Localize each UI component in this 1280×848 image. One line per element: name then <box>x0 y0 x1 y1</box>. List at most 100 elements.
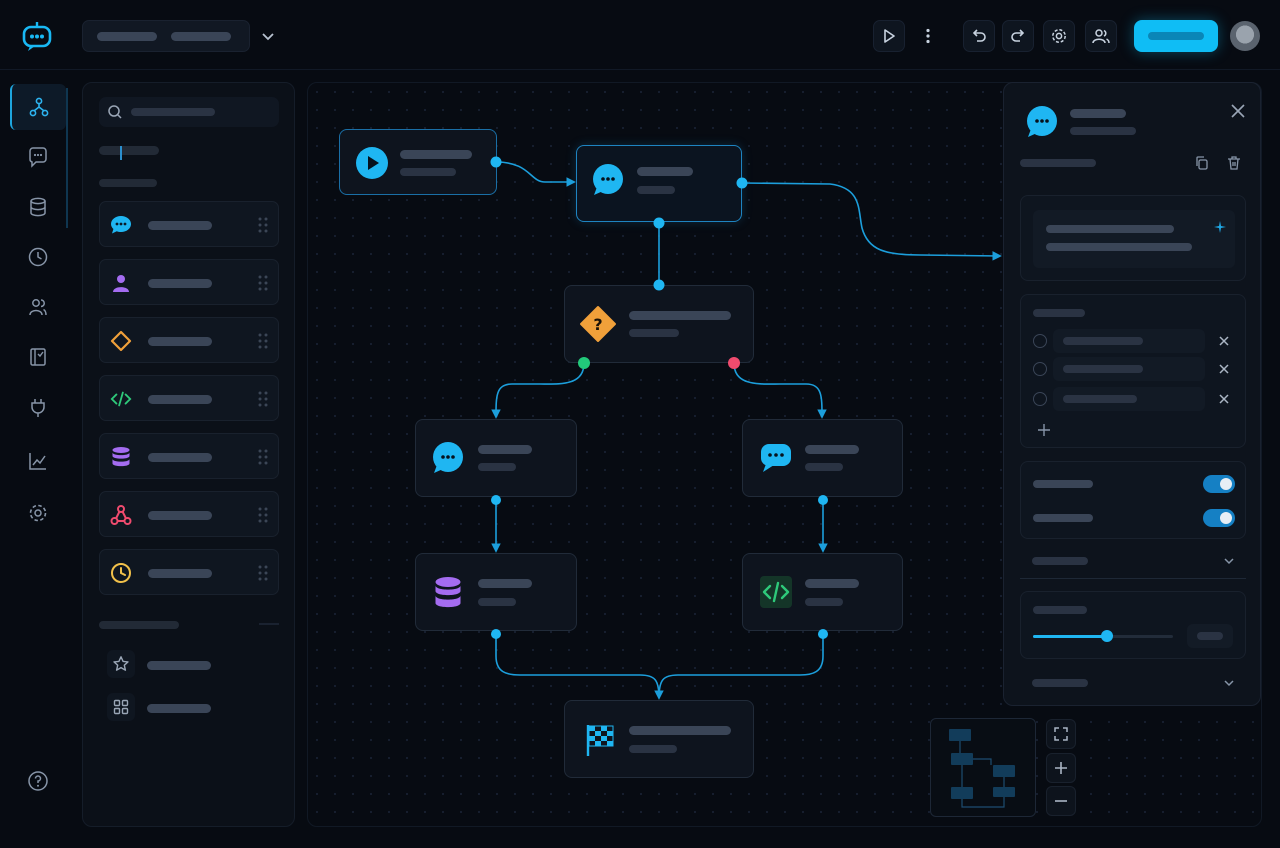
option-input[interactable] <box>1053 357 1205 381</box>
add-option-icon[interactable] <box>1037 423 1051 437</box>
rail-item-analytics[interactable] <box>10 438 66 484</box>
palette-item-user-input[interactable] <box>99 259 279 305</box>
close-icon[interactable] <box>1230 103 1246 119</box>
node-reply-left[interactable] <box>415 419 577 497</box>
panel-title <box>1070 109 1126 118</box>
collaborators-button[interactable] <box>1085 20 1117 52</box>
search-input[interactable] <box>99 97 279 127</box>
palette-item-label <box>148 337 212 346</box>
slider-track[interactable] <box>1033 630 1173 642</box>
palette-item-code[interactable] <box>99 375 279 421</box>
rail-item-settings[interactable] <box>10 490 66 536</box>
chevron-down-icon[interactable] <box>258 26 278 46</box>
plus-icon <box>1055 762 1067 774</box>
trash-icon[interactable] <box>1226 155 1242 171</box>
remove-option-icon[interactable] <box>1217 334 1231 348</box>
message-section <box>1020 195 1246 281</box>
slider-value <box>1197 632 1223 640</box>
node-database[interactable] <box>415 553 577 631</box>
minimap[interactable] <box>930 718 1036 817</box>
node-message[interactable] <box>576 145 742 222</box>
advanced-collapse-row[interactable] <box>1020 549 1246 577</box>
quick-replies-section <box>1020 294 1246 448</box>
drag-handle-icon[interactable] <box>258 507 268 523</box>
palette-item-label <box>148 569 212 578</box>
palette-item-webhook[interactable] <box>99 491 279 537</box>
ai-sparkle-icon[interactable] <box>1213 220 1227 234</box>
diamond-icon <box>110 330 132 352</box>
fit-view-button[interactable] <box>1046 719 1076 749</box>
node-reply-right[interactable] <box>742 419 903 497</box>
search-placeholder <box>131 108 215 116</box>
publish-button[interactable] <box>1134 20 1218 52</box>
properties-panel <box>1003 82 1261 706</box>
palette-item-delay[interactable] <box>99 549 279 595</box>
section-heading <box>1033 309 1085 317</box>
node-subtitle <box>478 598 516 606</box>
radio-button[interactable] <box>1033 362 1047 376</box>
slider-value-input[interactable] <box>1187 624 1233 648</box>
drag-handle-icon[interactable] <box>258 391 268 407</box>
drag-handle-icon[interactable] <box>258 217 268 233</box>
filter-chip[interactable] <box>99 146 159 155</box>
node-code[interactable] <box>742 553 903 631</box>
project-selector[interactable] <box>82 20 250 52</box>
rail-item-users[interactable] <box>10 284 66 330</box>
palette-item-label <box>148 221 212 230</box>
rail-item-schedule[interactable] <box>10 234 66 280</box>
undo-button[interactable] <box>963 20 995 52</box>
toggle-switch[interactable] <box>1203 509 1235 527</box>
node-subtitle <box>400 168 456 176</box>
plug-icon <box>31 399 45 417</box>
message-textarea[interactable] <box>1033 210 1235 268</box>
node-title <box>629 311 731 320</box>
rail-item-chats[interactable] <box>10 134 66 180</box>
rail-item-data[interactable] <box>10 184 66 230</box>
slider-thumb[interactable] <box>1101 630 1114 642</box>
rail-item-help[interactable] <box>10 758 66 804</box>
more-button[interactable] <box>912 20 944 52</box>
remove-option-icon[interactable] <box>1217 362 1231 376</box>
nav-rail <box>0 70 70 848</box>
rail-item-knowledge[interactable] <box>10 334 66 380</box>
templates-item[interactable] <box>107 693 267 723</box>
node-condition[interactable]: ? <box>564 285 754 363</box>
remove-option-icon[interactable] <box>1217 392 1231 406</box>
toggle-switch[interactable] <box>1203 475 1235 493</box>
drag-handle-icon[interactable] <box>258 449 268 465</box>
drag-handle-icon[interactable] <box>258 275 268 291</box>
avatar[interactable] <box>1230 21 1260 51</box>
favorites-item[interactable] <box>107 650 267 680</box>
node-subtitle <box>629 329 679 337</box>
drag-handle-icon[interactable] <box>258 333 268 349</box>
grid-icon <box>107 693 135 721</box>
toggle-label <box>1033 480 1093 488</box>
chevron-down-icon <box>1224 558 1234 565</box>
radio-button[interactable] <box>1033 392 1047 406</box>
copy-icon[interactable] <box>1194 155 1210 171</box>
palette-item-condition[interactable] <box>99 317 279 363</box>
rail-item-flows[interactable] <box>10 84 66 130</box>
palette-item-message[interactable] <box>99 201 279 247</box>
node-title <box>805 579 859 588</box>
radio-button[interactable] <box>1033 334 1047 348</box>
zoom-in-button[interactable] <box>1046 753 1076 783</box>
node-title <box>478 579 532 588</box>
chat-bubble-icon <box>761 444 791 472</box>
run-button[interactable] <box>873 20 905 52</box>
option-input[interactable] <box>1053 329 1205 353</box>
zoom-out-button[interactable] <box>1046 786 1076 816</box>
option-input[interactable] <box>1053 387 1205 411</box>
clock-icon <box>110 562 132 584</box>
bot-logo-icon[interactable] <box>20 20 54 52</box>
drag-handle-icon[interactable] <box>258 565 268 581</box>
more-settings-collapse-row[interactable] <box>1020 671 1246 699</box>
settings-button[interactable] <box>1043 20 1075 52</box>
chat-bubble-icon <box>593 164 623 195</box>
redo-button[interactable] <box>1002 20 1034 52</box>
node-start[interactable] <box>339 129 497 195</box>
node-end[interactable] <box>564 700 754 778</box>
palette-item-database[interactable] <box>99 433 279 479</box>
palette-item-label <box>148 395 212 404</box>
rail-item-integrations[interactable] <box>10 384 66 430</box>
